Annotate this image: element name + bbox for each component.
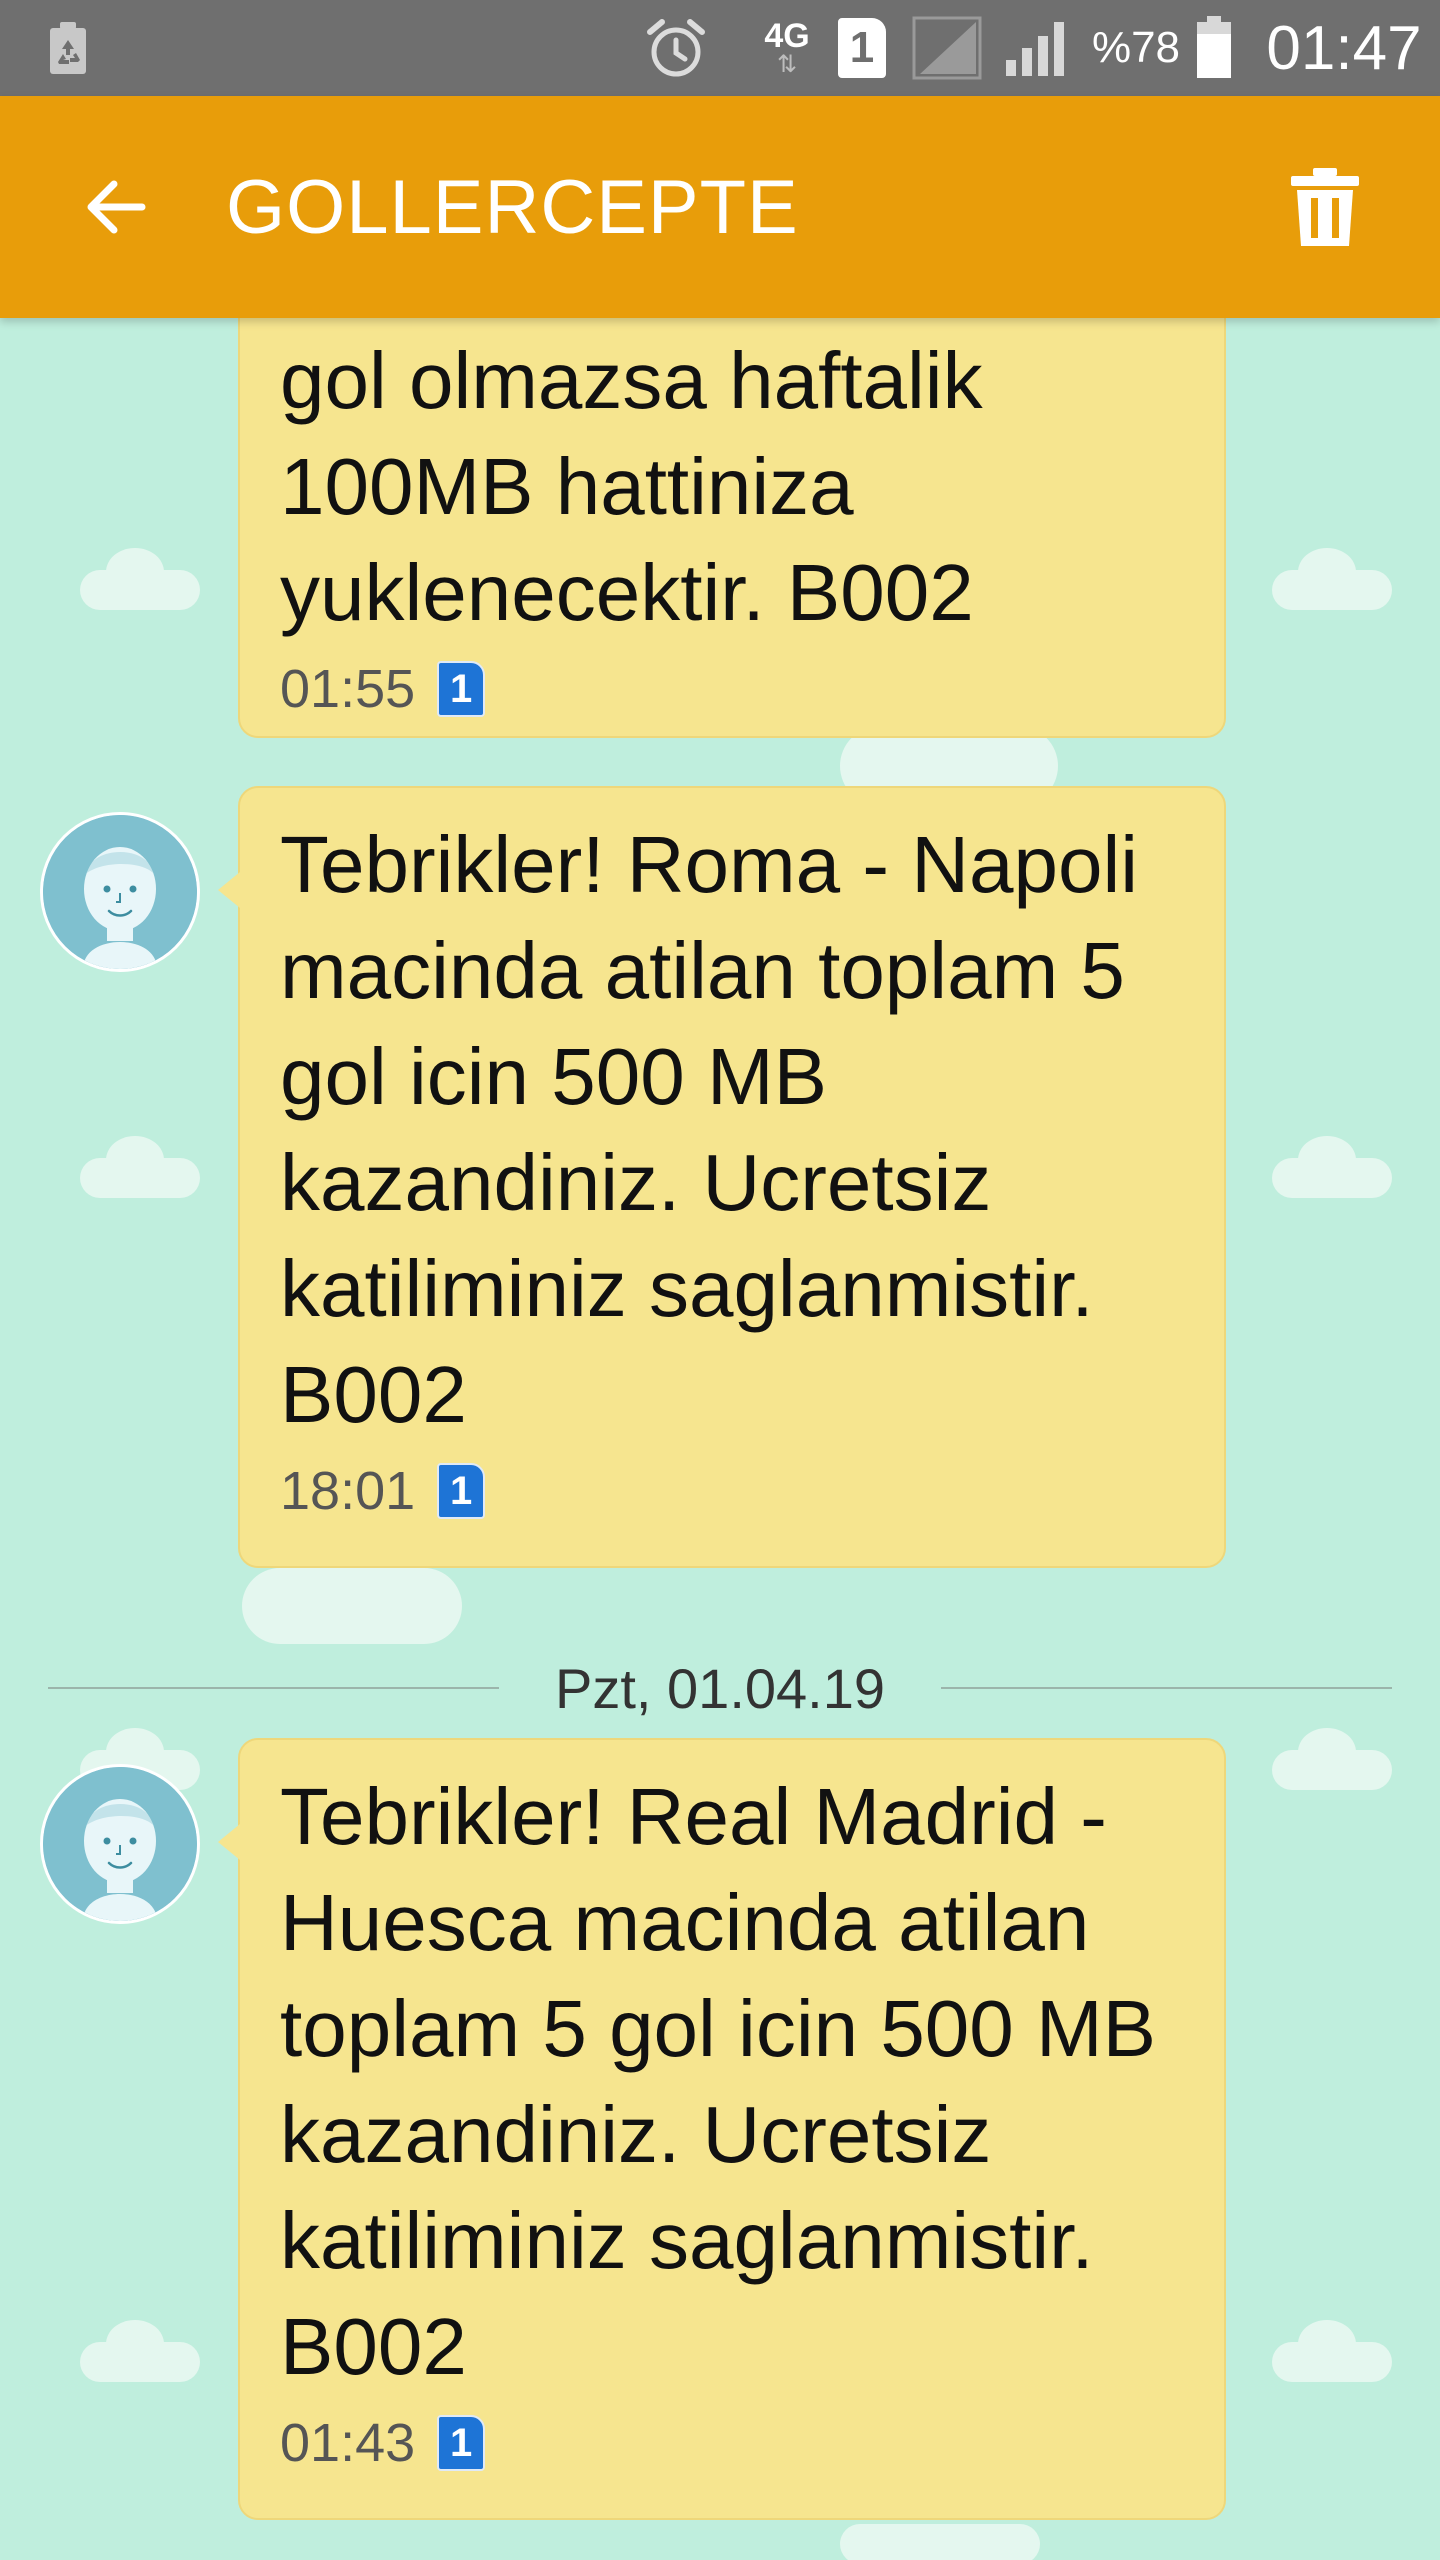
app-bar: GOLLERCEPTE bbox=[0, 96, 1440, 318]
signal-icon bbox=[1000, 0, 1076, 96]
sim-1-icon: 1 bbox=[437, 2415, 486, 2471]
data-activity-icon: ⇅ bbox=[776, 51, 798, 78]
date-label: Pzt, 01.04.19 bbox=[555, 1656, 886, 1720]
message-time: 01:43 bbox=[280, 2413, 416, 2473]
message-meta: 01:55 1 bbox=[280, 654, 1184, 724]
cloud-decoration bbox=[1272, 1728, 1392, 1790]
cloud-decoration bbox=[1272, 1136, 1392, 1198]
status-time: 01:47 bbox=[1266, 13, 1422, 83]
cloud-decoration bbox=[840, 2524, 1040, 2560]
status-bar: 4G ⇅ 1 %78 01:47 bbox=[0, 0, 1440, 96]
bubble-tail bbox=[218, 1824, 240, 1860]
divider-line bbox=[941, 1687, 1393, 1689]
arrow-left-icon bbox=[87, 180, 146, 234]
message-bubble[interactable]: Tebrikler! Roma - Napoli macinda atilan … bbox=[218, 786, 1226, 1568]
contact-avatar-icon bbox=[43, 815, 197, 969]
message-text: Tebrikler! Roma - Napoli macinda atilan … bbox=[280, 820, 1139, 1439]
sim-1-icon: 1 bbox=[437, 1463, 486, 1519]
battery-percent: %78 bbox=[1091, 23, 1181, 72]
cloud-decoration bbox=[80, 2320, 200, 2382]
sim-1-icon: 1 bbox=[832, 0, 892, 96]
divider-line bbox=[48, 1687, 499, 1689]
message-time: 18:01 bbox=[280, 1461, 416, 1521]
avatar[interactable] bbox=[40, 1764, 200, 1924]
bubble-tail bbox=[218, 872, 240, 908]
cloud-decoration bbox=[80, 548, 200, 610]
battery-icon bbox=[1192, 0, 1236, 96]
delete-button[interactable] bbox=[1270, 152, 1380, 262]
network-4g-icon: 4G ⇅ bbox=[752, 0, 822, 96]
message-meta: 18:01 1 bbox=[280, 1456, 1184, 1526]
signal-icon bbox=[908, 0, 988, 96]
message-bubble[interactable]: gol olmazsa haftalik 100MB hattiniza yuk… bbox=[238, 318, 1226, 738]
network-type-label: 4G bbox=[764, 17, 810, 55]
cloud-decoration bbox=[1272, 2320, 1392, 2382]
cloud-decoration bbox=[80, 1136, 200, 1198]
back-button[interactable] bbox=[60, 152, 170, 262]
cloud-decoration bbox=[242, 1568, 462, 1644]
sim-1-icon: 1 bbox=[437, 661, 486, 717]
message-meta: 01:43 1 bbox=[280, 2408, 1184, 2478]
recycle-icon bbox=[36, 0, 100, 96]
contact-avatar-icon bbox=[43, 1767, 197, 1921]
conversation-title: GOLLERCEPTE bbox=[226, 164, 799, 250]
date-separator: Pzt, 01.04.19 bbox=[48, 1646, 1393, 1730]
message-bubble[interactable]: Tebrikler! Real Madrid - Huesca macinda … bbox=[218, 1738, 1226, 2520]
message-time: 01:55 bbox=[280, 659, 416, 719]
sim-slot-label: 1 bbox=[838, 18, 886, 78]
avatar[interactable] bbox=[40, 812, 200, 972]
alarm-icon bbox=[640, 0, 712, 96]
message-list[interactable]: gol olmazsa haftalik 100MB hattiniza yuk… bbox=[0, 318, 1440, 2560]
message-text: gol olmazsa haftalik 100MB hattiniza yuk… bbox=[280, 336, 983, 637]
trash-icon bbox=[1291, 168, 1359, 246]
message-text: Tebrikler! Real Madrid - Huesca macinda … bbox=[280, 1772, 1157, 2391]
cloud-decoration bbox=[1272, 548, 1392, 610]
